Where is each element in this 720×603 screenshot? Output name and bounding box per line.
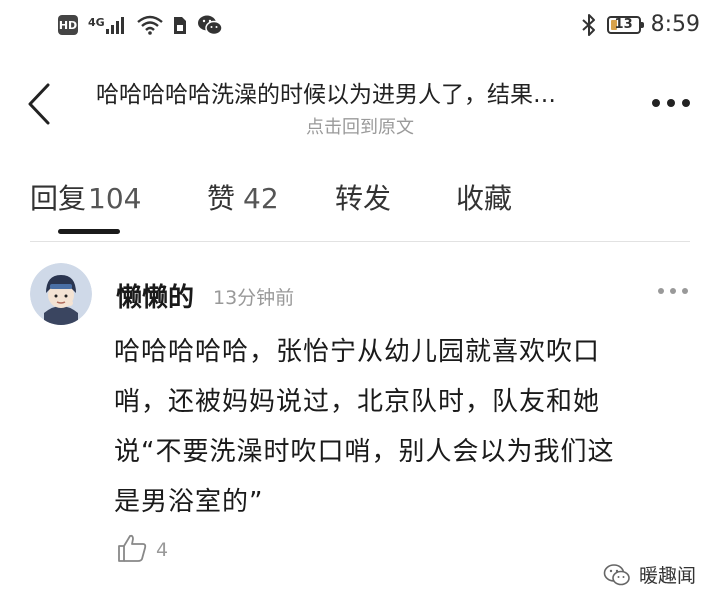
watermark-text: 暖趣闻: [638, 565, 696, 587]
avatar[interactable]: [30, 263, 92, 325]
clock: 8:59: [650, 12, 700, 37]
comment-line: 是男浴室的”: [114, 487, 264, 517]
comment-line: 哨，还被妈妈说过，北京队时，队友和她: [114, 387, 601, 417]
more-dot: [658, 288, 664, 294]
status-right: 13 8:59: [581, 12, 700, 37]
cell-signal-group: 4G: [88, 15, 127, 35]
comment-line: 说“不要洗澡时吹口哨，别人会以为我们这: [114, 437, 615, 467]
network-label: 4G: [88, 16, 105, 29]
tab-favorites[interactable]: 收藏: [456, 177, 512, 217]
status-left: HD 4G: [58, 14, 223, 36]
tab-replies[interactable]: 回复104: [30, 177, 141, 217]
comment-text: 哈哈哈哈哈，张怡宁从幼儿园就喜欢吹口 哨，还被妈妈说过，北京队时，队友和她 说“…: [114, 327, 674, 527]
tab-label: 转发: [335, 182, 392, 215]
tab-bar: 回复104 赞 42 转发 收藏: [0, 155, 720, 243]
comment-timestamp: 13分钟前: [213, 287, 295, 309]
comment-line: 哈哈哈哈哈，张怡宁从幼儿园就喜欢吹口: [114, 337, 601, 367]
more-dot: [682, 288, 688, 294]
wifi-icon: [136, 15, 163, 35]
more-horizontal-icon[interactable]: [652, 99, 690, 107]
divider: [30, 241, 690, 242]
status-bar: HD 4G 13 8:59: [0, 0, 720, 55]
bluetooth-icon: [581, 13, 595, 36]
watermark: 暖趣闻: [603, 561, 696, 588]
like-count: 4: [156, 539, 169, 561]
sim-card-icon: [173, 17, 186, 34]
more-dot: [667, 99, 675, 107]
wechat-icon: [197, 15, 223, 36]
tab-label: 回复: [30, 182, 87, 215]
more-dot: [670, 288, 676, 294]
title-bar: 哈哈哈哈哈洗澡的时候以为进男人了，结果… 点击回到原文: [0, 55, 720, 155]
hd-badge: HD: [58, 15, 78, 35]
wechat-logo-icon: [603, 563, 630, 585]
tab-count: 104: [88, 182, 142, 215]
tab-reposts[interactable]: 转发: [335, 177, 391, 217]
username[interactable]: 懒懒的: [116, 277, 194, 314]
more-dot: [652, 99, 660, 107]
battery-icon: 13: [606, 15, 644, 34]
tab-label: 赞: [207, 182, 236, 215]
battery-level: 13: [614, 17, 633, 32]
cell-signal-icon: [105, 17, 124, 34]
more-dot: [682, 99, 690, 107]
tab-label: 收藏: [456, 182, 513, 215]
comment-more-icon[interactable]: [658, 288, 688, 294]
tab-likes[interactable]: 赞 42: [207, 177, 279, 217]
tab-count: 42: [243, 182, 279, 215]
back-to-original-link[interactable]: 点击回到原文: [0, 113, 720, 139]
page-title: 哈哈哈哈哈洗澡的时候以为进男人了，结果…: [96, 82, 556, 108]
thumbs-up-icon[interactable]: [116, 533, 148, 563]
active-tab-indicator: [58, 229, 120, 234]
comment-item: 懒懒的 13分钟前 哈哈哈哈哈，张怡宁从幼儿园就喜欢吹口 哨，还被妈妈说过，北京…: [0, 243, 720, 603]
